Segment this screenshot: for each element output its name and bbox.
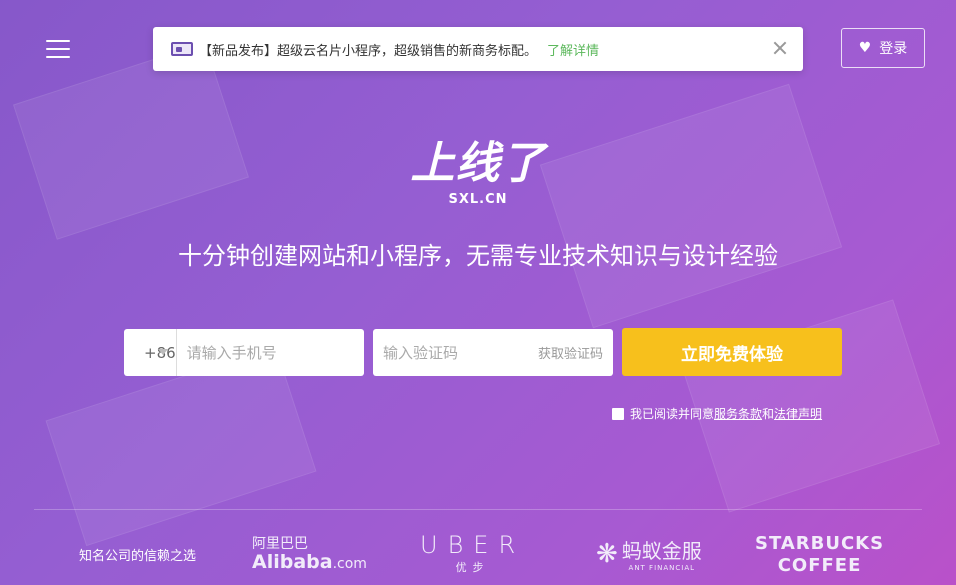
divider: [34, 509, 922, 510]
free-trial-button[interactable]: 立即免费体验: [622, 328, 842, 376]
verification-field: 获取验证码: [373, 328, 613, 377]
agree-prefix: 我已阅读并同意: [630, 407, 715, 421]
close-icon[interactable]: [771, 39, 789, 57]
card-icon: [171, 42, 193, 56]
alibaba-cn: 阿里巴巴: [252, 536, 308, 552]
learn-more-link[interactable]: 了解详情: [547, 40, 599, 59]
announcement-bar: 【新品发布】超级云名片小程序，超级销售的新商务标配。 了解详情: [153, 27, 803, 71]
get-code-button[interactable]: 获取验证码: [538, 343, 613, 362]
terms-link[interactable]: 服务条款: [714, 405, 762, 422]
logo-en: SXL.CN: [448, 192, 508, 207]
verification-code-input[interactable]: [373, 328, 538, 377]
country-code-select[interactable]: +86: [124, 329, 177, 376]
login-button[interactable]: ♥ 登录: [841, 28, 925, 68]
agree-checkbox[interactable]: [612, 407, 624, 420]
agreement: 我已阅读并同意 服务条款 和 法律声明: [612, 405, 822, 422]
phone-field: +86: [124, 328, 383, 377]
ant-icon: ❋: [596, 538, 618, 569]
ant-cn: 蚂蚁金服: [621, 539, 702, 563]
starbucks-line2: COFFEE: [777, 555, 862, 576]
starbucks-line1: STARBUCKS: [755, 533, 885, 554]
starbucks-logo: STARBUCKS COFFEE: [755, 533, 884, 577]
hero-headline: 十分钟创建网站和小程序，无需专业技术知识与设计经验: [178, 242, 778, 270]
trust-label: 知名公司的信赖之选: [79, 549, 197, 564]
legal-link[interactable]: 法律声明: [774, 405, 822, 422]
uber-logo: UBER 优步: [420, 531, 525, 575]
alibaba-en: Alibaba: [252, 551, 333, 573]
hamburger-icon[interactable]: [46, 40, 70, 58]
uber-cn: 优步: [455, 561, 490, 574]
site-logo: 上线了 SXL.CN: [0, 138, 956, 208]
ant-financial-logo: ❋ 蚂蚁金服 ANT FINANCIAL: [596, 535, 702, 572]
logo-cn: 上线了: [410, 138, 546, 189]
phone-input[interactable]: [176, 328, 383, 377]
agree-and: 和: [762, 407, 775, 421]
alibaba-suffix: .com: [332, 556, 367, 572]
heart-icon: ♥: [858, 40, 872, 56]
uber-en: UBER: [420, 531, 526, 559]
announcement-text: 【新品发布】超级云名片小程序，超级销售的新商务标配。: [199, 43, 538, 59]
ant-en: ANT FINANCIAL: [628, 564, 696, 572]
chevron-down-icon: [157, 349, 168, 355]
login-label: 登录: [879, 41, 908, 57]
alibaba-logo: 阿里巴巴 Alibaba.com: [252, 533, 367, 573]
